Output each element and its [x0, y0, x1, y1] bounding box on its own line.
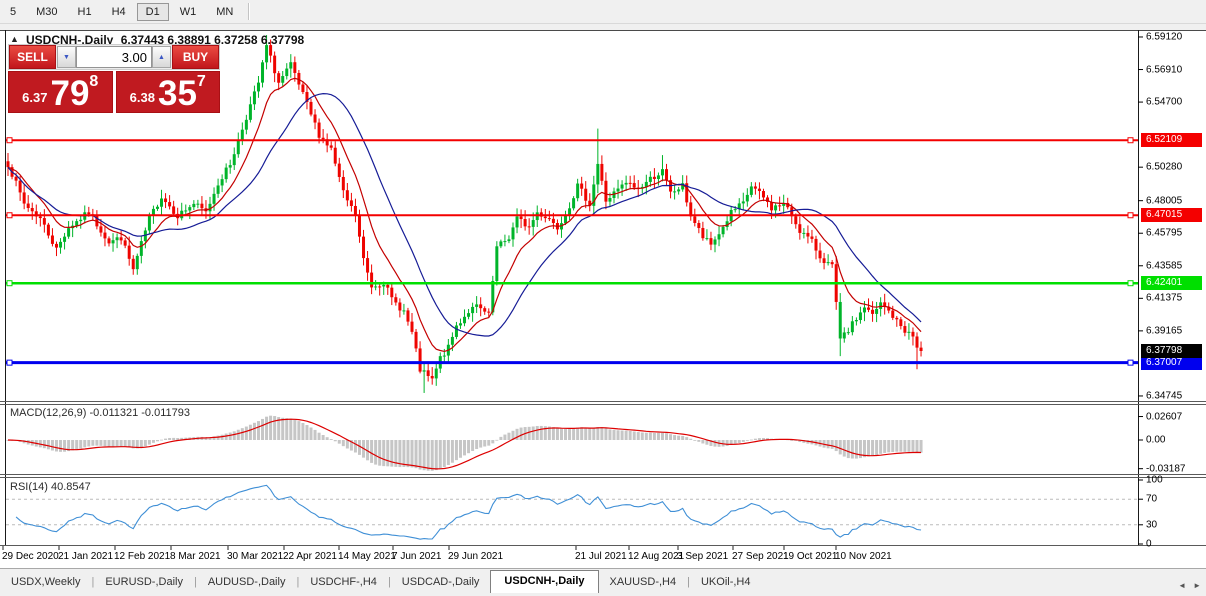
volume-stepper: ▼ ▲ — [56, 45, 172, 69]
date-tick-label: 29 Jun 2021 — [448, 551, 503, 562]
volume-input[interactable] — [76, 46, 152, 68]
date-tick-label: 30 Mar 2021 — [227, 551, 283, 562]
sell-price-sup: 8 — [89, 73, 98, 91]
timeframe-toolbar: 5M30H1H4D1W1MN — [0, 0, 1206, 24]
timeframe-button-d1[interactable]: D1 — [137, 3, 169, 21]
tab-scroll-right-icon[interactable]: ► — [1193, 581, 1201, 590]
timeframe-button-m30[interactable]: M30 — [27, 3, 66, 21]
price-tick-label: 6.39165 — [1146, 325, 1182, 336]
price-tick-label: 6.54700 — [1146, 97, 1182, 108]
price-tick-label: 6.48005 — [1146, 195, 1182, 206]
price-tick-label: 6.56910 — [1146, 64, 1182, 75]
price-tick-label: 6.50280 — [1146, 162, 1182, 173]
sell-price-prefix: 6.37 — [22, 90, 47, 105]
timeframe-button-mn[interactable]: MN — [207, 3, 242, 21]
date-tick-label: 21 Jan 2021 — [58, 551, 113, 562]
timeframe-button-5[interactable]: 5 — [1, 3, 25, 21]
buy-price-display[interactable]: 6.38 35 7 — [116, 71, 221, 113]
buy-price-sup: 7 — [197, 73, 206, 91]
macd-label: MACD(12,26,9) -0.011321 -0.011793 — [10, 407, 190, 419]
volume-decrement-icon[interactable]: ▼ — [57, 46, 76, 68]
price-tick-label: 6.41375 — [1146, 293, 1182, 304]
tab-scroll-arrows: ◄ ► — [1178, 581, 1201, 590]
date-tick-label: 7 Jun 2021 — [392, 551, 442, 562]
level-price-label: 6.47015 — [1141, 208, 1202, 222]
tab-scroll-left-icon[interactable]: ◄ — [1178, 581, 1186, 590]
tab-usdcnh-daily[interactable]: USDCNH-,Daily — [490, 570, 598, 593]
buy-price-prefix: 6.38 — [130, 90, 155, 105]
buy-price-big: 35 — [158, 77, 197, 110]
tab-usdx-weekly[interactable]: USDX,Weekly — [0, 573, 91, 593]
price-tick-label: 6.45795 — [1146, 228, 1182, 239]
toolbar-separator — [248, 3, 250, 20]
rsi-value: 40.8547 — [51, 481, 91, 493]
timeframe-button-h1[interactable]: H1 — [69, 3, 101, 21]
panel-collapse-icon[interactable]: ▲ — [10, 34, 19, 44]
date-tick-label: 12 Aug 2021 — [628, 551, 684, 562]
date-tick-label: 8 Mar 2021 — [170, 551, 221, 562]
timeframe-buttons: 5M30H1H4D1W1MN — [0, 3, 255, 21]
timeframe-button-w1[interactable]: W1 — [171, 3, 206, 21]
tab-usdchf-h4[interactable]: USDCHF-,H4 — [299, 573, 388, 593]
trade-panel-top-row: SELL ▼ ▲ BUY — [8, 44, 220, 70]
level-price-label: 6.42401 — [1141, 276, 1202, 290]
date-tick-label: 10 Nov 2021 — [835, 551, 892, 562]
tab-audusd-daily[interactable]: AUDUSD-,Daily — [197, 573, 297, 593]
date-tick-label: 3 Sep 2021 — [677, 551, 728, 562]
sell-price-big: 79 — [50, 77, 89, 110]
rsi-name: RSI(14) — [10, 481, 48, 493]
date-tick-label: 19 Oct 2021 — [783, 551, 837, 562]
current-price-label: 6.37798 — [1141, 344, 1202, 358]
date-tick-label: 22 Apr 2021 — [283, 551, 337, 562]
level-price-label: 6.52109 — [1141, 133, 1202, 147]
tab-ukoil-h4[interactable]: UKOil-,H4 — [690, 573, 762, 593]
price-tick-label: 6.43585 — [1146, 260, 1182, 271]
tab-eurusd-daily[interactable]: EURUSD-,Daily — [94, 573, 194, 593]
rsi-tick-label: 100 — [1146, 475, 1163, 486]
chart-tab-bar: USDX,Weekly|EURUSD-,Daily|AUDUSD-,Daily|… — [0, 568, 1206, 593]
buy-button[interactable]: BUY — [172, 45, 219, 69]
date-tick-label: 27 Sep 2021 — [732, 551, 789, 562]
macd-name: MACD(12,26,9) — [10, 407, 86, 419]
trade-panel-price-row: 6.37 79 8 6.38 35 7 — [8, 71, 220, 113]
rsi-label: RSI(14) 40.8547 — [10, 481, 91, 493]
macd-tick-label: 0.02607 — [1146, 411, 1182, 422]
date-tick-label: 29 Dec 2020 — [2, 551, 59, 562]
date-tick-label: 12 Feb 2021 — [114, 551, 170, 562]
date-tick-label: 14 May 2021 — [338, 551, 396, 562]
one-click-trade-panel: SELL ▼ ▲ BUY 6.37 79 8 6.38 35 7 — [8, 44, 220, 113]
rsi-tick-label: 30 — [1146, 519, 1157, 530]
sell-price-display[interactable]: 6.37 79 8 — [8, 71, 113, 113]
price-tick-label: 6.34745 — [1146, 390, 1182, 401]
rsi-tick-label: 70 — [1146, 494, 1157, 505]
timeframe-button-h4[interactable]: H4 — [103, 3, 135, 21]
price-tick-label: 6.59120 — [1146, 31, 1182, 42]
tab-xauusd-h4[interactable]: XAUUSD-,H4 — [599, 573, 688, 593]
tab-usdcad-daily[interactable]: USDCAD-,Daily — [391, 573, 491, 593]
date-tick-label: 21 Jul 2021 — [575, 551, 627, 562]
macd-tick-label: -0.03187 — [1146, 463, 1185, 474]
macd-tick-label: 0.00 — [1146, 435, 1165, 446]
macd-values: -0.011321 -0.011793 — [89, 407, 190, 419]
rsi-tick-label: 0 — [1146, 539, 1152, 550]
sell-button[interactable]: SELL — [9, 45, 56, 69]
volume-increment-icon[interactable]: ▲ — [152, 46, 171, 68]
